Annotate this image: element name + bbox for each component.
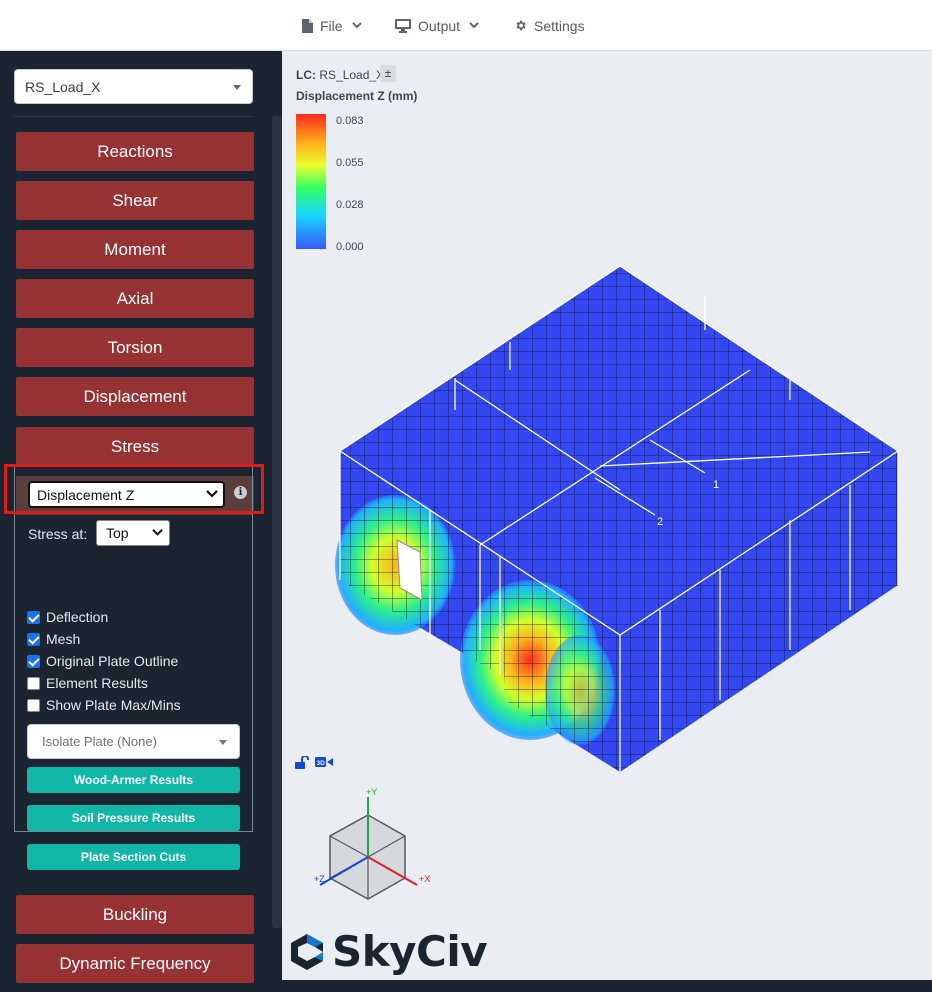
mesh-checkbox[interactable]: [27, 632, 40, 646]
plate-max-mins-label: Show Plate Max/Mins: [46, 697, 181, 713]
skyciv-logo: SkyCiv: [288, 927, 488, 976]
legend-value-mid-high: 0.055: [336, 157, 364, 169]
plate-max-mins-checkbox[interactable]: [27, 698, 40, 712]
settings-menu-label: Settings: [534, 17, 585, 34]
node-label-2: 2: [657, 516, 663, 528]
output-menu[interactable]: Output: [395, 0, 479, 51]
stress-at-value: Top: [106, 525, 129, 541]
output-menu-label: Output: [418, 17, 461, 34]
z-axis-label: +Z: [314, 874, 325, 884]
svg-text:3D: 3D: [317, 760, 326, 767]
shear-button[interactable]: Shear: [16, 181, 254, 220]
legend-title: Displacement Z (mm): [296, 89, 418, 103]
original-outline-checkbox[interactable]: [27, 654, 40, 668]
mesh-label: Mesh: [46, 631, 81, 647]
plate-section-cuts-button[interactable]: Plate Section Cuts: [27, 844, 240, 870]
monitor-icon: [395, 18, 411, 33]
wood-armer-button[interactable]: Wood-Armer Results: [27, 767, 240, 793]
caret-down-icon: [219, 740, 227, 745]
node-label-1: 1: [713, 479, 719, 491]
y-axis-label: +Y: [366, 787, 377, 797]
bottom-strip: [282, 980, 932, 992]
mesh-option[interactable]: Mesh: [27, 631, 80, 647]
legend-value-min: 0.000: [336, 241, 364, 253]
skyciv-logo-icon: [291, 933, 323, 970]
lc-name: RS_Load_X: [319, 68, 385, 82]
gear-icon: [516, 20, 526, 31]
viewer-load-case-label: LC: RS_Load_X: [296, 68, 384, 82]
soil-pressure-button[interactable]: Soil Pressure Results: [27, 805, 240, 831]
stress-at-select[interactable]: Top: [96, 520, 170, 546]
chevron-down-icon: [469, 22, 479, 29]
file-menu[interactable]: File: [301, 0, 362, 51]
reactions-button[interactable]: Reactions: [16, 132, 254, 171]
stress-button[interactable]: Stress: [16, 427, 254, 466]
x-axis-label: +X: [419, 874, 430, 884]
dynamic-frequency-button[interactable]: Dynamic Frequency: [16, 944, 254, 983]
deflection-option[interactable]: Deflection: [27, 609, 108, 625]
plate-model-render[interactable]: 1 2: [330, 255, 910, 785]
divider: [14, 116, 253, 117]
plate-result-type-value: Displacement Z: [37, 486, 135, 503]
load-case-toggle-button[interactable]: ±: [380, 65, 396, 82]
unlock-icon[interactable]: [295, 756, 309, 769]
load-case-select[interactable]: RS_Load_X: [14, 69, 253, 104]
file-icon: [302, 18, 313, 33]
legend-value-max: 0.083: [336, 115, 364, 127]
plate-result-type-select[interactable]: Displacement Z: [28, 481, 225, 508]
legend-value-mid-low: 0.028: [336, 199, 364, 211]
sidebar-scrollbar[interactable]: [272, 116, 282, 928]
moment-button[interactable]: Moment: [16, 230, 254, 269]
buckling-button[interactable]: Buckling: [16, 895, 254, 934]
settings-menu[interactable]: Settings: [514, 0, 585, 51]
lc-prefix: LC:: [296, 68, 316, 82]
skyciv-logo-text: SkyCiv: [332, 927, 488, 976]
isolate-plate-select[interactable]: Isolate Plate (None): [27, 724, 240, 759]
plate-max-mins-option[interactable]: Show Plate Max/Mins: [27, 697, 181, 713]
deflection-checkbox[interactable]: [27, 610, 40, 624]
file-menu-label: File: [320, 17, 343, 34]
info-icon[interactable]: i: [234, 486, 247, 499]
original-outline-label: Original Plate Outline: [46, 653, 179, 669]
orientation-cube[interactable]: +Y +X +Z: [310, 785, 440, 900]
chevron-down-icon: [152, 529, 163, 536]
chevron-down-icon: [206, 490, 218, 498]
load-case-value: RS_Load_X: [25, 78, 101, 95]
legend-color-bar: [296, 114, 326, 249]
torsion-button[interactable]: Torsion: [16, 328, 254, 367]
axial-button[interactable]: Axial: [16, 279, 254, 318]
element-results-label: Element Results: [46, 675, 148, 691]
element-results-option[interactable]: Element Results: [27, 675, 148, 691]
caret-down-icon: [233, 85, 241, 90]
element-results-checkbox[interactable]: [27, 676, 40, 690]
stress-at-label: Stress at:: [28, 526, 88, 542]
displacement-button[interactable]: Displacement: [16, 377, 254, 416]
original-outline-option[interactable]: Original Plate Outline: [27, 653, 178, 669]
3d-view-icon[interactable]: 3D: [315, 756, 333, 768]
deflection-label: Deflection: [46, 609, 109, 625]
chevron-down-icon: [351, 22, 362, 29]
top-menu-bar: File Output Settings: [0, 0, 932, 51]
isolate-plate-value: Isolate Plate (None): [42, 734, 157, 749]
